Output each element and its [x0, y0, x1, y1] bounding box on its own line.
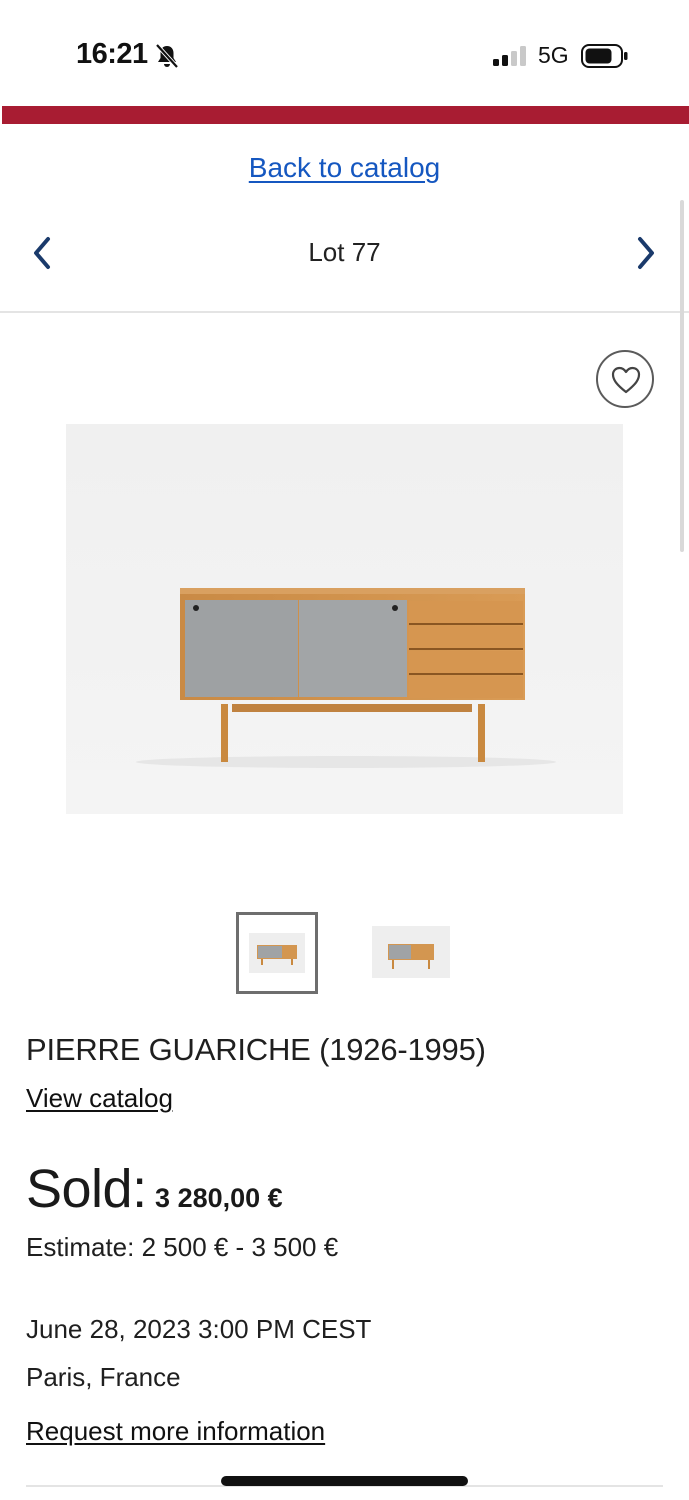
- thumbnail-1[interactable]: [236, 912, 318, 994]
- chevron-right-icon[interactable]: [630, 233, 660, 273]
- favorite-button[interactable]: [596, 350, 654, 408]
- home-indicator[interactable]: [221, 1476, 468, 1486]
- sale-location: Paris, France: [26, 1362, 181, 1392]
- sold-price: 3 280,00 €: [155, 1183, 283, 1213]
- lot-heading: PIERRE GUARICHE (1926-1995): [26, 1032, 486, 1067]
- view-catalog-link[interactable]: View catalog: [26, 1083, 173, 1114]
- lot-title: Lot 77: [308, 237, 381, 267]
- brand-stripe: [2, 106, 689, 124]
- sale-date: June 28, 2023 3:00 PM CEST: [26, 1314, 372, 1344]
- network-label: 5G: [538, 42, 569, 68]
- bell-slash-icon: [154, 43, 180, 69]
- battery-icon: [581, 44, 629, 68]
- status-bar: 16:21 5G: [0, 0, 689, 106]
- sold-label: Sold:: [26, 1159, 147, 1219]
- estimate-text: Estimate: 2 500 € - 3 500 €: [26, 1232, 339, 1262]
- back-to-catalog-link[interactable]: Back to catalog: [0, 152, 689, 184]
- status-time: 16:21: [76, 38, 148, 70]
- signal-icon: [493, 46, 527, 66]
- request-info-link[interactable]: Request more information: [26, 1416, 325, 1447]
- scrollbar-thumb[interactable]: [680, 200, 684, 552]
- sold-row: Sold: 3 280,00 €: [26, 1158, 283, 1220]
- thumbnail-2[interactable]: [372, 926, 450, 978]
- heart-icon: [611, 366, 641, 394]
- lot-main-image[interactable]: [66, 424, 623, 814]
- lot-navigation: Lot 77: [0, 215, 689, 313]
